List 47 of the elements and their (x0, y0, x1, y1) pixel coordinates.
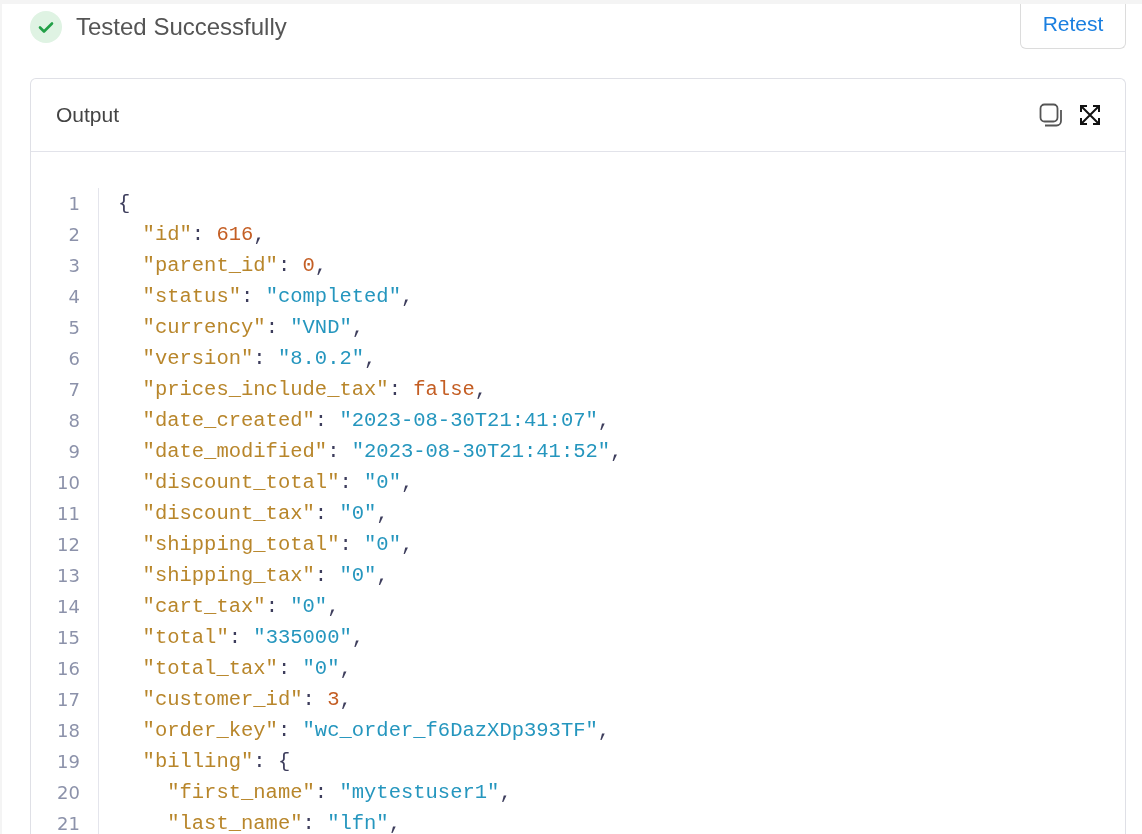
line-number: 12 (56, 533, 80, 557)
line-number: 1 (67, 192, 80, 216)
code-line: "last_name": "lfn", (166, 811, 401, 834)
expand-icon[interactable] (1079, 104, 1101, 126)
status-text: Tested Successfully (76, 13, 287, 41)
code-line: "total_tax": "0", (141, 656, 352, 682)
line-number: 7 (67, 378, 80, 402)
line-number: 15 (56, 626, 80, 650)
line-number: 20 (56, 781, 80, 805)
line-number: 3 (67, 254, 80, 278)
line-number: 13 (56, 564, 80, 588)
line-number: 4 (67, 285, 80, 309)
line-number: 14 (56, 595, 80, 619)
code-line: "cart_tax": "0", (141, 594, 340, 620)
code-line: { (118, 191, 131, 217)
line-number: 16 (56, 657, 80, 681)
line-number: 8 (67, 409, 80, 433)
code-line: "prices_include_tax": false, (141, 377, 488, 403)
line-number: 5 (67, 316, 80, 340)
line-number: 10 (56, 471, 80, 495)
code-line: "order_key": "wc_order_f6DazXDp393TF", (141, 718, 611, 744)
line-number: 9 (67, 440, 80, 464)
code-line: "id": 616, (141, 222, 266, 248)
copy-icon[interactable] (1039, 103, 1063, 127)
code-line: "discount_tax": "0", (141, 501, 389, 527)
line-number: 19 (56, 750, 80, 774)
line-number: 17 (56, 688, 80, 712)
code-line: "customer_id": 3, (141, 687, 352, 713)
code-line: "version": "8.0.2", (141, 346, 377, 372)
code-line: "shipping_tax": "0", (141, 563, 389, 589)
code-line: "shipping_total": "0", (141, 532, 414, 558)
code-line: "currency": "VND", (141, 315, 365, 341)
code-line: "date_modified": "2023-08-30T21:41:52", (141, 439, 623, 465)
line-number: 2 (67, 223, 80, 247)
line-number: 11 (56, 502, 80, 526)
line-number: 21 (56, 812, 80, 834)
code-line: "status": "completed", (141, 284, 414, 310)
code-line: "first_name": "mytestuser1", (166, 780, 512, 806)
code-line: "parent_id": 0, (141, 253, 328, 279)
code-line: "discount_total": "0", (141, 470, 414, 496)
line-number: 18 (56, 719, 80, 743)
retest-button[interactable]: Retest (1020, 4, 1126, 49)
code-line: "billing": { (141, 749, 291, 775)
code-line: "date_created": "2023-08-30T21:41:07", (141, 408, 611, 434)
panel-title: Output (56, 103, 121, 127)
code-line: "total": "335000", (141, 625, 365, 651)
line-number: 6 (67, 347, 80, 371)
